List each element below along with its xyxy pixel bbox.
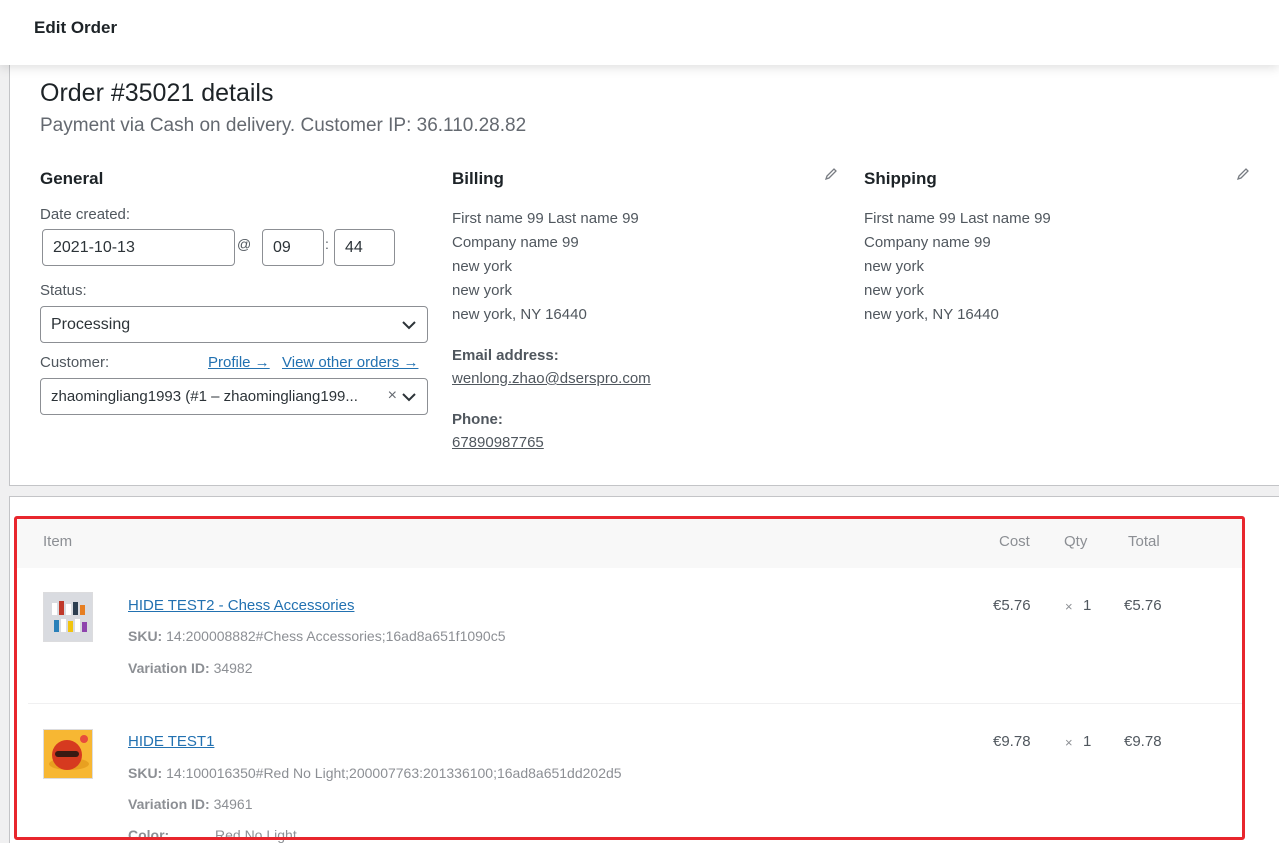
shipping-line: new york bbox=[864, 282, 925, 299]
col-qty: Qty bbox=[1064, 533, 1088, 550]
date-created-value: 2021-10-13 bbox=[53, 238, 135, 256]
item-cost: €9.78 bbox=[993, 733, 1031, 750]
col-item: Item bbox=[43, 533, 73, 550]
shipping-line: Company name 99 bbox=[864, 234, 991, 251]
chevron-down-icon bbox=[402, 320, 416, 329]
col-cost: Cost bbox=[999, 533, 1030, 550]
order-heading: Order #35021 details bbox=[40, 79, 274, 107]
item-qty: 1 bbox=[1083, 733, 1092, 750]
qty-times: × bbox=[1065, 735, 1073, 750]
qty-times: × bbox=[1065, 599, 1073, 614]
clear-icon[interactable]: × bbox=[388, 387, 397, 405]
profile-link[interactable]: Profile → bbox=[208, 354, 270, 371]
billing-line: new york, NY 16440 bbox=[452, 306, 587, 323]
at-separator: @ bbox=[237, 236, 252, 252]
customer-select[interactable]: zhaomingliang1993 (#1 – zhaomingliang199… bbox=[40, 378, 428, 415]
minute-value: 44 bbox=[345, 238, 363, 256]
col-total: Total bbox=[1128, 533, 1160, 550]
status-select[interactable]: Processing bbox=[40, 306, 428, 343]
item-total: €9.78 bbox=[1124, 733, 1162, 750]
pencil-icon[interactable] bbox=[824, 167, 838, 181]
product-link[interactable]: HIDE TEST2 - Chess Accessories bbox=[128, 597, 354, 614]
billing-address: First name 99 Last name 99 Company name … bbox=[452, 207, 639, 327]
variation-value: 34961 bbox=[213, 796, 253, 812]
sku-value: 14:100016350#Red No Light;200007763:2013… bbox=[166, 765, 622, 781]
billing-line: new york bbox=[452, 282, 513, 299]
shipping-line: First name 99 Last name 99 bbox=[864, 210, 1051, 227]
hour-value: 09 bbox=[273, 238, 291, 256]
items-table-header bbox=[15, 516, 1243, 568]
item-total: €5.76 bbox=[1124, 597, 1162, 614]
shipping-line: new york bbox=[864, 258, 925, 275]
item-cost: €5.76 bbox=[993, 597, 1031, 614]
variation-label: Variation ID: bbox=[128, 796, 210, 812]
date-created-input[interactable]: 2021-10-13 bbox=[42, 229, 235, 266]
phone-link[interactable]: 67890987765 bbox=[452, 431, 544, 455]
sku-line: SKU: 14:100016350#Red No Light;200007763… bbox=[128, 765, 622, 781]
sku-label: SKU: bbox=[128, 765, 163, 781]
product-link[interactable]: HIDE TEST1 bbox=[128, 733, 214, 750]
time-colon: : bbox=[325, 236, 329, 252]
billing-line: First name 99 Last name 99 bbox=[452, 210, 639, 227]
item-qty: 1 bbox=[1083, 597, 1092, 614]
row-divider bbox=[28, 703, 1243, 704]
general-title: General bbox=[40, 169, 104, 188]
sku-line: SKU: 14:200008882#Chess Accessories;16ad… bbox=[128, 628, 506, 644]
variation-label: Variation ID: bbox=[128, 660, 210, 676]
product-thumbnail bbox=[43, 729, 93, 779]
billing-line: new york bbox=[452, 258, 513, 275]
view-other-orders-link[interactable]: View other orders → bbox=[282, 354, 418, 371]
top-bar: Edit Order bbox=[0, 0, 1279, 65]
shipping-address: First name 99 Last name 99 Company name … bbox=[864, 207, 1051, 327]
color-label: Color: bbox=[128, 827, 170, 843]
order-subtitle: Payment via Cash on delivery. Customer I… bbox=[40, 115, 527, 136]
date-created-label: Date created: bbox=[40, 206, 131, 223]
phone-label: Phone: bbox=[452, 411, 503, 428]
chevron-down-icon bbox=[402, 392, 416, 401]
minute-input[interactable]: 44 bbox=[334, 229, 395, 266]
shipping-line: new york, NY 16440 bbox=[864, 306, 999, 323]
color-value: Red No Light bbox=[215, 827, 297, 843]
billing-line: Company name 99 bbox=[452, 234, 579, 251]
hour-input[interactable]: 09 bbox=[262, 229, 324, 266]
variation-line: Variation ID: 34982 bbox=[128, 660, 253, 676]
pencil-icon[interactable] bbox=[1236, 167, 1250, 181]
billing-title: Billing bbox=[452, 169, 504, 188]
sku-value: 14:200008882#Chess Accessories;16ad8a651… bbox=[166, 628, 506, 644]
product-thumbnail bbox=[43, 592, 93, 642]
status-value: Processing bbox=[51, 315, 131, 333]
variation-value: 34982 bbox=[213, 660, 253, 676]
color-line: Color: Red No Light bbox=[128, 827, 297, 843]
variation-line: Variation ID: 34961 bbox=[128, 796, 253, 812]
customer-value: zhaomingliang1993 (#1 – zhaomingliang199… bbox=[51, 388, 358, 405]
email-link[interactable]: wenlong.zhao@dserspro.com bbox=[452, 367, 651, 391]
shipping-title: Shipping bbox=[864, 169, 937, 188]
customer-label: Customer: bbox=[40, 354, 110, 371]
sku-label: SKU: bbox=[128, 628, 163, 644]
email-label: Email address: bbox=[452, 347, 559, 364]
status-label: Status: bbox=[40, 282, 87, 299]
page-title: Edit Order bbox=[34, 18, 118, 37]
